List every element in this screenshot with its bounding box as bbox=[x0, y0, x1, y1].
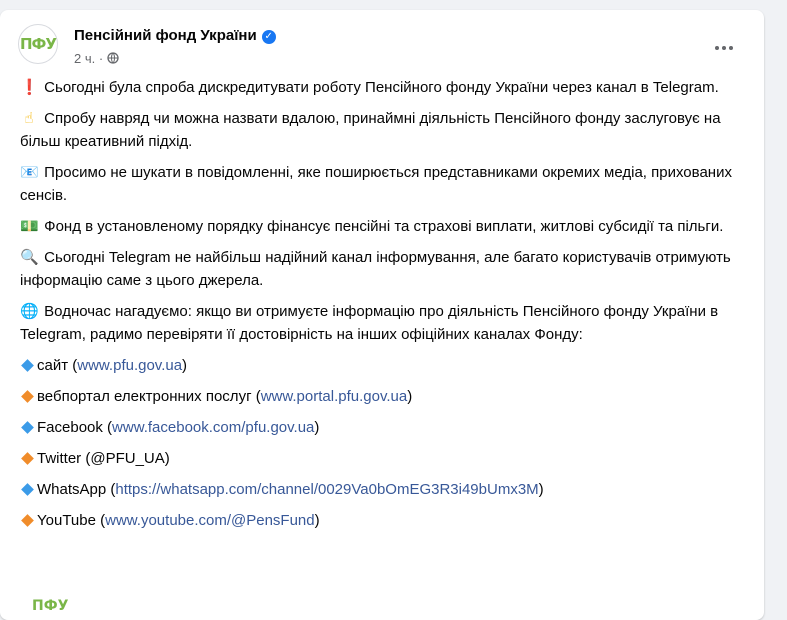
paren-close: ) bbox=[314, 419, 320, 436]
post-meta: 2 ч. · bbox=[74, 51, 119, 66]
more-options-icon bbox=[715, 46, 733, 50]
verified-check-icon: ✓ bbox=[261, 30, 276, 44]
magnifier-icon: 🔍 bbox=[20, 249, 39, 266]
post-body: ❗ Сьогодні була спроба дискредитувати ро… bbox=[20, 76, 744, 540]
paren-open: ( bbox=[251, 388, 261, 405]
paragraph-text: Водночас нагадуємо: якщо ви отримуєте ін… bbox=[20, 303, 719, 343]
page-avatar[interactable]: ПФУ bbox=[18, 24, 58, 64]
channel-item-twitter: Twitter (@PFU_UA) bbox=[20, 447, 744, 470]
paragraph-text: Фонд в установленому порядку фінансує пе… bbox=[44, 218, 724, 235]
paren-open: ( bbox=[106, 481, 116, 498]
attached-image-logo[interactable]: ПФУ bbox=[32, 598, 68, 614]
exclamation-icon: ❗ bbox=[20, 79, 39, 96]
meta-separator: · bbox=[98, 51, 107, 66]
post-header: ПФУ Пенсійний фонд України ✓ 2 ч. · bbox=[16, 22, 748, 72]
pointing-finger-icon: ☝ bbox=[24, 110, 34, 127]
paren-open: ( bbox=[95, 512, 106, 529]
email-icon: 📧 bbox=[20, 164, 39, 181]
blue-diamond-icon bbox=[21, 421, 34, 434]
channel-label: WhatsApp bbox=[37, 481, 107, 498]
paragraph-text: Спробу навряд чи можна назвати вдалою, п… bbox=[20, 110, 721, 150]
money-icon: 💵 bbox=[20, 218, 39, 235]
paren-open: ( bbox=[102, 419, 113, 436]
orange-diamond-icon bbox=[21, 390, 34, 403]
channel-link[interactable]: www.pfu.gov.ua bbox=[77, 357, 182, 374]
twitter-handle: (@PFU_UA) bbox=[81, 450, 170, 467]
channel-item-portal: вебпортал електронних послуг (www.portal… bbox=[20, 385, 744, 408]
channel-item-youtube: YouTube (www.youtube.com/@PensFund) bbox=[20, 509, 744, 532]
channel-link[interactable]: https://whatsapp.com/channel/0029Va0bOmE… bbox=[115, 481, 538, 498]
channel-link[interactable]: www.facebook.com/pfu.gov.ua bbox=[112, 419, 314, 436]
more-options-button[interactable] bbox=[706, 30, 742, 66]
blue-diamond-icon bbox=[21, 359, 34, 372]
paren-close: ) bbox=[407, 388, 413, 405]
globe-emoji-icon: 🌐 bbox=[20, 303, 39, 320]
channel-link[interactable]: www.portal.pfu.gov.ua bbox=[261, 388, 407, 405]
paren-close: ) bbox=[182, 357, 188, 374]
page-name-link[interactable]: Пенсійний фонд України ✓ bbox=[74, 27, 276, 44]
post-time[interactable]: 2 ч. bbox=[74, 51, 95, 66]
paragraph-text: Просимо не шукати в повідомленні, яке по… bbox=[20, 164, 732, 204]
paren-open: ( bbox=[68, 357, 78, 374]
paren-close: ) bbox=[314, 512, 320, 529]
post-paragraph: 📧 Просимо не шукати в повідомленні, яке … bbox=[20, 161, 744, 207]
post-paragraph: 🔍 Сьогодні Telegram не найбільш надійний… bbox=[20, 246, 744, 292]
paren-close: ) bbox=[538, 481, 544, 498]
channel-label: YouTube bbox=[37, 512, 96, 529]
channel-item-whatsapp: WhatsApp (https://whatsapp.com/channel/0… bbox=[20, 478, 744, 501]
channel-link[interactable]: www.youtube.com/@PensFund bbox=[105, 512, 315, 529]
post-card: ПФУ Пенсійний фонд України ✓ 2 ч. · ❗ Сьо… bbox=[0, 10, 764, 620]
channel-label: вебпортал електронних послуг bbox=[37, 388, 252, 405]
blue-diamond-icon bbox=[21, 483, 34, 496]
channel-item-site: сайт (www.pfu.gov.ua) bbox=[20, 354, 744, 377]
page-name: Пенсійний фонд України bbox=[74, 27, 257, 44]
globe-icon[interactable] bbox=[107, 52, 119, 64]
orange-diamond-icon bbox=[21, 514, 34, 527]
paragraph-text: Сьогодні була спроба дискредитувати робо… bbox=[44, 79, 719, 96]
orange-diamond-icon bbox=[21, 452, 34, 465]
avatar-logo-text: ПФУ bbox=[20, 35, 57, 53]
post-paragraph: 💵 Фонд в установленому порядку фінансує … bbox=[20, 215, 744, 238]
post-paragraph: ❗ Сьогодні була спроба дискредитувати ро… bbox=[20, 76, 744, 99]
post-paragraph: 🌐 Водночас нагадуємо: якщо ви отримуєте … bbox=[20, 300, 744, 346]
post-paragraph: ☝ Спробу навряд чи можна назвати вдалою,… bbox=[20, 107, 744, 153]
channel-item-facebook: Facebook (www.facebook.com/pfu.gov.ua) bbox=[20, 416, 744, 439]
channel-label: Facebook bbox=[37, 419, 103, 436]
channel-label: сайт bbox=[37, 357, 69, 374]
channel-label: Twitter bbox=[37, 450, 82, 467]
paragraph-text: Сьогодні Telegram не найбільш надійний к… bbox=[20, 249, 731, 289]
